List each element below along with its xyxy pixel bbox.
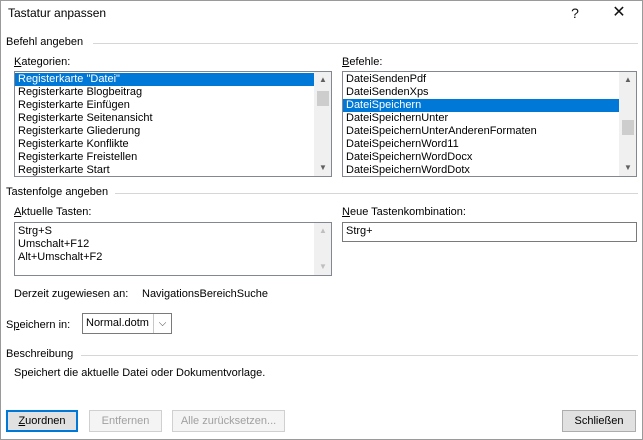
category-list-item[interactable]: Registerkarte Seitenansicht [15, 112, 331, 125]
section-label-command: Befehl angeben [6, 36, 84, 48]
save-in-value: Normal.dotm [86, 317, 149, 329]
command-list-item[interactable]: DateiSpeichernUnterAnderenFormaten [343, 125, 636, 138]
current-key-item[interactable]: Umschalt+F12 [15, 238, 331, 251]
command-list-item[interactable]: DateiSpeichernWordDotx [343, 164, 636, 176]
new-combination-input[interactable]: Strg+ [342, 222, 637, 242]
scroll-down-icon[interactable]: ▼ [315, 160, 331, 176]
customize-keyboard-dialog: Tastatur anpassen ? ✕ Befehl angeben Kat… [0, 0, 643, 440]
help-button[interactable]: ? [557, 1, 593, 27]
section-divider [93, 43, 638, 44]
command-list-item[interactable]: DateiSpeichern [343, 99, 636, 112]
scroll-up-icon[interactable]: ▲ [620, 72, 636, 88]
new-combination-label: Neue Tastenkombination: [342, 206, 466, 218]
close-button[interactable]: Schließen [562, 410, 636, 432]
current-keys-listbox[interactable]: Strg+S Umschalt+F12 Alt+Umschalt+F2 ▲ ▼ [14, 222, 332, 276]
commands-scrollbar[interactable]: ▲ ▼ [619, 72, 636, 176]
section-divider [115, 193, 638, 194]
command-list-item[interactable]: DateiSpeichernWord11 [343, 138, 636, 151]
categories-listbox[interactable]: Registerkarte "Datei" Registerkarte Blogb… [14, 71, 332, 177]
category-list-item[interactable]: Registerkarte Einfügen [15, 99, 331, 112]
current-key-item[interactable]: Strg+S [15, 225, 331, 238]
command-list-item[interactable]: DateiSendenPdf [343, 73, 636, 86]
chevron-down-icon[interactable]: ⌵ [153, 314, 171, 333]
save-in-dropdown[interactable]: Normal.dotm ⌵ [82, 313, 172, 334]
category-list-item[interactable]: Registerkarte "Datei" [15, 73, 331, 86]
description-text: Speichert die aktuelle Datei oder Dokume… [14, 367, 266, 379]
scroll-thumb[interactable] [622, 120, 634, 135]
close-icon[interactable]: ✕ [601, 1, 637, 27]
category-list-item[interactable]: Registerkarte Konflikte [15, 138, 331, 151]
categories-scrollbar[interactable]: ▲ ▼ [314, 72, 331, 176]
command-list-item[interactable]: DateiSpeichernUnter [343, 112, 636, 125]
scroll-up-icon: ▲ [319, 226, 327, 235]
command-list-item[interactable]: DateiSendenXps [343, 86, 636, 99]
commands-listbox[interactable]: DateiSendenPdf DateiSendenXps DateiSpeiche… [342, 71, 637, 177]
reset-all-button[interactable]: Alle zurücksetzen... [172, 410, 285, 432]
commands-label: Befehle: [342, 56, 383, 68]
scroll-thumb[interactable] [317, 91, 329, 106]
remove-button[interactable]: Entfernen [89, 410, 162, 432]
current-keys-scrollbar: ▲ ▼ [314, 223, 331, 275]
assign-button[interactable]: Zuordnen [6, 410, 78, 432]
category-list-item[interactable]: Registerkarte Start [15, 164, 331, 176]
title-bar: Tastatur anpassen ? ✕ [1, 1, 642, 27]
scroll-down-icon: ▼ [319, 262, 327, 271]
assigned-to-label: Derzeit zugewiesen an: [14, 288, 129, 300]
category-list-item[interactable]: Registerkarte Blogbeitrag [15, 86, 331, 99]
scroll-up-icon[interactable]: ▲ [315, 72, 331, 88]
save-in-label: Speichern in: [6, 319, 71, 331]
scroll-down-icon[interactable]: ▼ [620, 160, 636, 176]
categories-label: Kategorien: [14, 56, 71, 68]
assigned-to-value: NavigationsBereichSuche [142, 288, 268, 300]
category-list-item[interactable]: Registerkarte Freistellen [15, 151, 331, 164]
section-label-keys: Tastenfolge angeben [6, 186, 109, 198]
command-list-item[interactable]: DateiSpeichernWordDocx [343, 151, 636, 164]
current-key-item[interactable]: Alt+Umschalt+F2 [15, 251, 331, 264]
dialog-title: Tastatur anpassen [8, 6, 107, 20]
current-keys-label: Aktuelle Tasten: [14, 206, 92, 218]
section-label-description: Beschreibung [6, 348, 74, 360]
category-list-item[interactable]: Registerkarte Gliederung [15, 125, 331, 138]
section-divider [81, 355, 638, 356]
